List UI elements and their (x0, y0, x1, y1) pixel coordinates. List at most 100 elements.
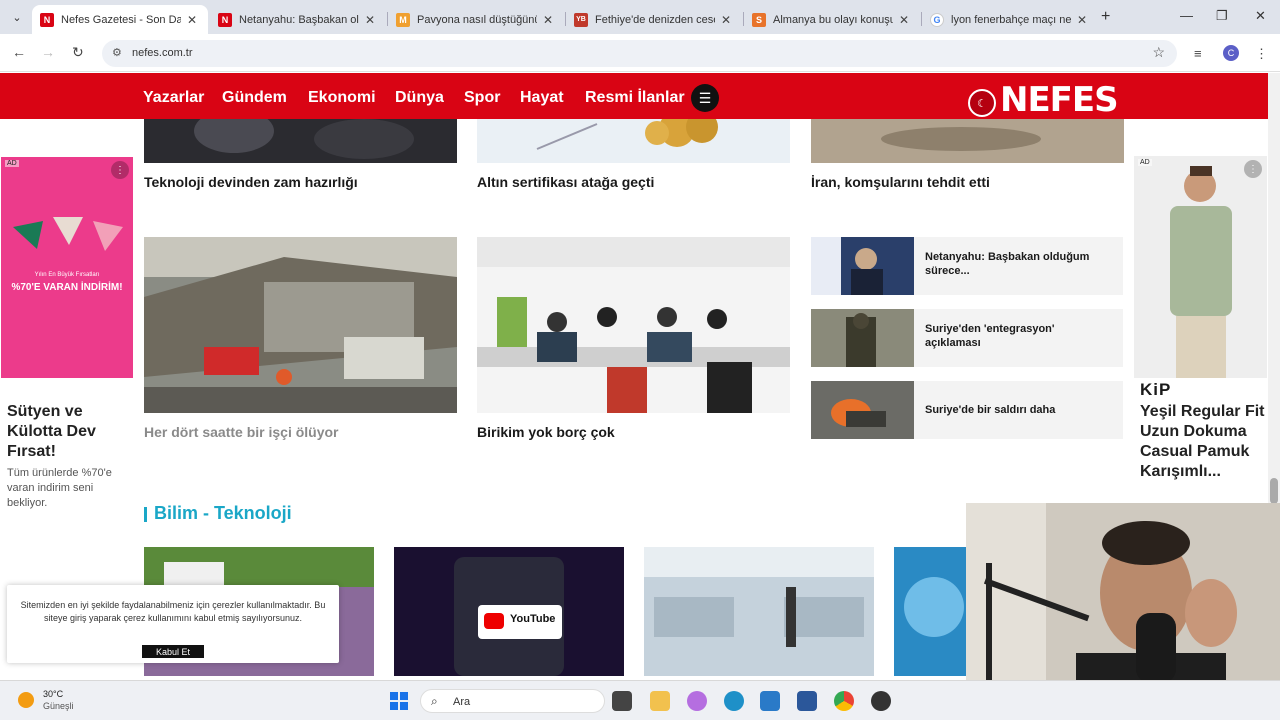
news-title[interactable]: İran, komşularını tehdit etti (811, 174, 990, 190)
media-control-icon[interactable]: ≡ (1194, 46, 1202, 61)
word-icon[interactable] (797, 691, 817, 711)
favicon: S (752, 12, 766, 27)
logo-seal-icon: ☾ (968, 89, 996, 117)
nav-ekonomi[interactable]: Ekonomi (308, 89, 376, 107)
ad-banner-headline: %70'E VARAN İNDİRİM! (11, 282, 123, 293)
ad-title[interactable]: Yeşil Regular Fit Uzun Dokuma Casual Pam… (1140, 402, 1265, 482)
favicon: N (40, 12, 54, 27)
address-bar[interactable]: ⚙ nefes.com.tr ☆ (102, 40, 1177, 67)
close-window-icon[interactable]: ✕ (1255, 8, 1266, 24)
news-image[interactable]: YouTube (394, 547, 624, 676)
scrollbar-thumb[interactable] (1270, 478, 1278, 504)
news-image[interactable] (144, 237, 457, 413)
close-icon[interactable]: ✕ (543, 13, 553, 27)
cookie-accept-button[interactable]: Kabul Et (142, 645, 204, 658)
close-icon[interactable]: ✕ (365, 13, 375, 27)
store-icon[interactable] (760, 691, 780, 711)
news-title[interactable]: Altın sertifikası atağa geçti (477, 174, 654, 190)
recording-app-icon[interactable] (871, 691, 891, 711)
side-news-title: Suriye'den 'entegrasyon' açıklaması (925, 323, 1055, 349)
close-icon[interactable]: ✕ (1077, 13, 1087, 27)
news-thumbnail (811, 237, 914, 295)
browser-toolbar: ← → ↻ ⚙ nefes.com.tr ☆ ≡ ⋮ (0, 34, 1280, 72)
search-placeholder: Ara (453, 696, 471, 708)
bookmark-star-icon[interactable]: ☆ (1152, 44, 1165, 61)
more-menu-icon[interactable]: ⋮ (1255, 46, 1268, 62)
site-logo[interactable]: NEFES (1000, 83, 1119, 117)
restore-icon[interactable]: ❐ (1216, 8, 1228, 24)
search-icon: ⌕ (431, 694, 438, 708)
side-news-item[interactable]: Suriye'de bir saldırı daha (811, 381, 1123, 439)
news-image[interactable] (477, 119, 790, 163)
profile-avatar[interactable]: C (1223, 45, 1239, 61)
favicon: N (218, 12, 232, 27)
nav-gundem[interactable]: Gündem (222, 89, 287, 107)
favicon: YB (574, 12, 588, 27)
tab-4[interactable]: YB Fethiye'de denizden ceset çıktı ✕ (566, 5, 742, 34)
tab-title: lyon fenerbahçe maçı ne zaman (951, 13, 1071, 26)
cookie-banner: Sitemizden en iyi şekilde faydalanabilme… (7, 585, 339, 663)
nav-dunya[interactable]: Dünya (395, 89, 444, 107)
sun-icon[interactable] (18, 692, 34, 708)
file-explorer-icon[interactable] (650, 691, 670, 711)
news-thumbnail (811, 381, 914, 439)
new-tab-button[interactable]: + (1101, 8, 1110, 26)
back-icon[interactable]: ← (12, 44, 26, 60)
chrome-icon[interactable] (834, 691, 854, 711)
right-ad-banner[interactable]: AD ⋮ (1134, 156, 1267, 378)
news-image[interactable] (144, 119, 457, 163)
side-news-item[interactable]: Suriye'den 'entegrasyon' açıklaması (811, 309, 1123, 367)
reload-icon[interactable]: ↻ (72, 44, 84, 61)
section-title[interactable]: Bilim - Teknoloji (154, 503, 292, 524)
tab-title: Pavyona nasıl düştüğünü anlattı (417, 13, 537, 26)
news-thumbnail (811, 309, 914, 367)
youtube-logo: YouTube (510, 613, 556, 625)
lingerie-illustration (13, 217, 123, 251)
tab-1[interactable]: N Nefes Gazetesi - Son Dakika ✕ (32, 5, 208, 34)
close-icon[interactable]: ✕ (187, 13, 197, 27)
taskbar: 30°C Güneşli ⌕ Ara (0, 680, 1280, 720)
nav-resmi-ilanlar[interactable]: Resmi İlanlar (585, 89, 685, 107)
weather-temperature[interactable]: 30°C (43, 689, 63, 699)
side-news-title: Suriye'de bir saldırı daha (925, 404, 1056, 416)
side-news-title: Netanyahu: Başbakan olduğum sürece... (925, 251, 1090, 277)
news-image[interactable] (477, 237, 790, 413)
tab-6[interactable]: G lyon fenerbahçe maçı ne zaman ✕ (922, 5, 1098, 34)
tab-2[interactable]: N Netanyahu: Başbakan olduğum ✕ (210, 5, 386, 34)
close-icon[interactable]: ✕ (721, 13, 731, 27)
hamburger-menu-icon[interactable]: ☰ (691, 84, 719, 112)
tab-title: Netanyahu: Başbakan olduğum (239, 13, 359, 26)
news-title[interactable]: Birikim yok borç çok (477, 424, 615, 440)
copilot-icon[interactable] (687, 691, 707, 711)
tab-5[interactable]: S Almanya bu olayı konuşuyor ✕ (744, 5, 920, 34)
ad-subtitle: Tüm ürünlerde %70'e varan indirim seni b… (7, 467, 112, 509)
tab-strip: ⌄ N Nefes Gazetesi - Son Dakika ✕ N Neta… (0, 0, 1280, 34)
site-info-icon[interactable]: ⚙ (112, 46, 122, 59)
news-image[interactable] (894, 547, 966, 676)
tab-search-icon[interactable]: ⌄ (8, 8, 26, 26)
ad-banner-small: Yılın En Büyük Fırsatları (34, 272, 100, 278)
news-title[interactable]: Teknoloji devinden zam hazırlığı (144, 174, 358, 190)
tab-title: Nefes Gazetesi - Son Dakika (61, 13, 181, 26)
news-title[interactable]: Her dört saatte bir işçi ölüyor (144, 424, 339, 440)
news-image[interactable] (644, 547, 874, 676)
left-ad-banner[interactable]: AD ⋮ Yılın En Büyük Fırsatları %70'E VAR… (1, 157, 133, 378)
tab-title: Almanya bu olayı konuşuyor (773, 13, 893, 26)
favicon: M (396, 12, 410, 27)
edge-icon[interactable] (724, 691, 744, 711)
windows-start-icon[interactable] (390, 692, 408, 710)
minimize-icon[interactable]: — (1180, 8, 1193, 23)
nav-hayat[interactable]: Hayat (520, 89, 564, 107)
close-icon[interactable]: ✕ (899, 13, 909, 27)
nav-spor[interactable]: Spor (464, 89, 500, 107)
side-news-item[interactable]: Netanyahu: Başbakan olduğum sürece... (811, 237, 1123, 295)
ad-title[interactable]: Sütyen ve Külotta Dev Fırsat! (7, 402, 127, 462)
nav-yazarlar[interactable]: Yazarlar (143, 89, 204, 107)
cookie-text: Sitemizden en iyi şekilde faydalanabilme… (20, 600, 326, 623)
news-image[interactable] (811, 119, 1124, 163)
section-accent-bar (144, 507, 147, 522)
taskbar-search[interactable]: ⌕ Ara (420, 689, 605, 713)
tab-3[interactable]: M Pavyona nasıl düştüğünü anlattı ✕ (388, 5, 564, 34)
forward-icon[interactable]: → (41, 44, 55, 60)
task-view-icon[interactable] (612, 691, 632, 711)
